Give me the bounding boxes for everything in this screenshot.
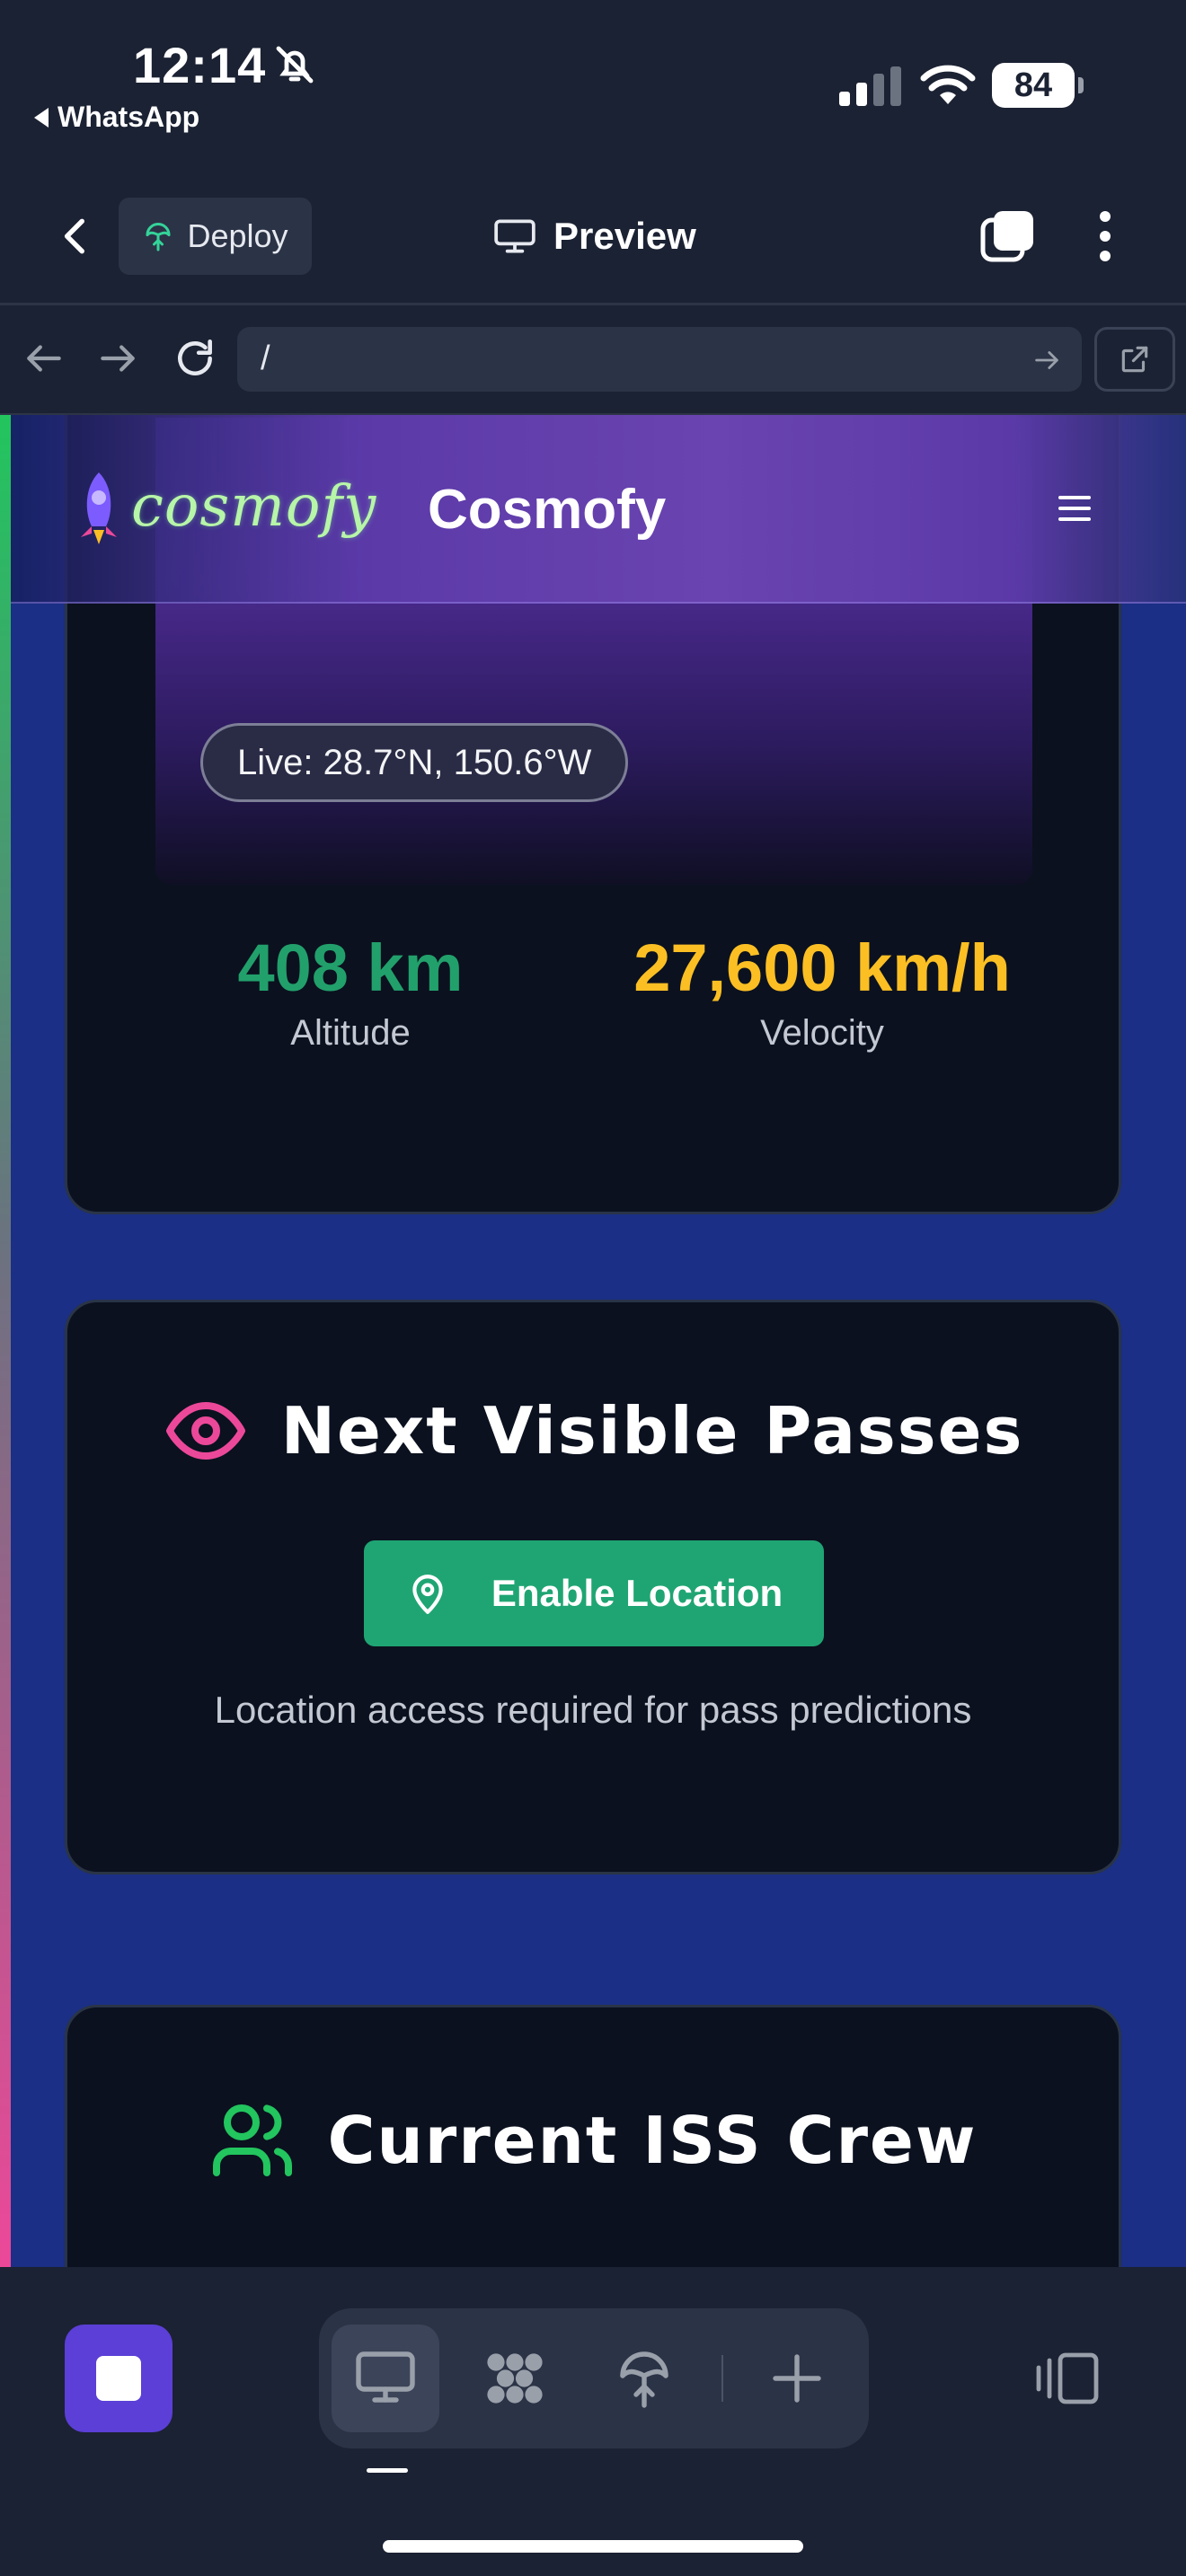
reload-icon[interactable] [173,336,217,381]
bottom-toolbar [0,2267,1186,2576]
deploy-icon [620,2351,668,2408]
velocity-value: 27,600 km/h [633,931,1011,1005]
deploy-tool-button[interactable] [590,2325,698,2432]
shapes-tool-button[interactable] [461,2325,569,2432]
url-bar[interactable]: / [237,327,1082,392]
rocket-icon [81,472,117,544]
passes-title: Next Visible Passes [280,1393,1024,1469]
deploy-button[interactable]: Deploy [119,198,312,275]
deploy-icon [146,223,171,251]
back-app-label: WhatsApp [58,101,200,133]
nav-back-icon[interactable] [22,336,66,381]
crew-title: Current ISS Crew [327,2103,978,2178]
split-view-icon[interactable] [1033,2350,1102,2407]
back-icon[interactable] [54,211,99,261]
app-bar: Deploy Preview [0,166,1186,305]
altitude-value: 408 km [237,931,464,1005]
logo-text: cosmofy [131,473,377,540]
tab-preview[interactable]: Preview [492,211,696,261]
monitor-icon [356,2351,415,2403]
shapes-icon [487,2353,543,2404]
monitor-icon [494,219,535,253]
stop-button[interactable] [65,2325,173,2432]
preview-label: Preview [553,215,696,257]
active-tool-indicator [367,2468,408,2473]
passes-heading: Next Visible Passes [67,1388,1119,1474]
hamburger-icon[interactable] [1057,492,1093,525]
add-tool-button[interactable] [743,2325,851,2432]
go-icon[interactable] [1031,345,1062,375]
deploy-label: Deploy [187,217,288,254]
back-triangle-icon [34,107,49,128]
status-time: 12:14 [133,37,267,93]
map-pin-icon [412,1575,443,1614]
crew-card: Current ISS Crew [65,2005,1121,2267]
toolbar-divider [721,2355,723,2402]
site-header: cosmofy Cosmofy [11,415,1186,604]
site-logo[interactable]: cosmofy [74,469,376,544]
velocity-label: Velocity [760,1013,884,1053]
url-text: / [261,340,270,377]
wifi-icon [920,65,976,104]
preview-viewport[interactable]: Live: 28.7°N, 150.6°W 408 km Altitude 27… [0,415,1186,2267]
plus-icon [773,2354,821,2403]
open-external-icon [1121,346,1148,373]
preview-tool-button[interactable] [332,2325,439,2432]
site-title: Cosmofy [428,479,667,541]
signal-icon [839,66,901,106]
battery-icon: 84 [992,63,1084,108]
altitude-stat: 408 km Altitude [220,930,481,1054]
crew-heading: Current ISS Crew [67,2097,1119,2183]
nav-forward-icon[interactable] [95,336,140,381]
passes-card: Next Visible Passes Enable Location Loca… [65,1300,1121,1875]
enable-location-label: Enable Location [491,1572,783,1614]
tabs-icon[interactable] [979,207,1037,265]
location-note: Location access required for pass predic… [214,1689,972,1731]
altitude-label: Altitude [290,1013,411,1053]
more-icon[interactable] [1087,207,1123,265]
users-icon [212,2104,292,2176]
browser-bar: / [0,305,1186,415]
enable-location-button[interactable]: Enable Location [364,1540,824,1646]
scroll-indicator [0,415,11,2267]
status-bar: 12:14 WhatsApp 84 [0,0,1186,166]
eye-icon [165,1402,245,1460]
back-to-app[interactable]: WhatsApp [34,101,199,134]
live-position-badge: Live: 28.7°N, 150.6°W [200,723,629,802]
tool-group [319,2308,869,2448]
bell-slash-icon [276,46,314,84]
home-indicator [383,2540,803,2553]
velocity-stat: 27,600 km/h Velocity [606,930,1038,1054]
open-external-button[interactable] [1094,327,1175,392]
